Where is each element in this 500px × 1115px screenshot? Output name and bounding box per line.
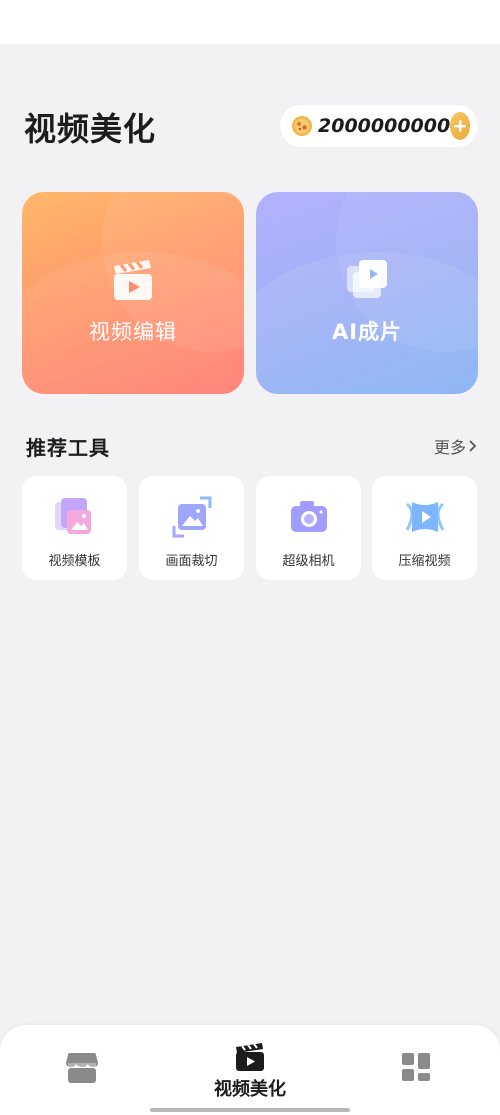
header: 视频美化 2000000000	[24, 100, 478, 152]
tool-crop[interactable]: 画面裁切	[139, 476, 244, 580]
clapperboard-icon	[236, 1043, 264, 1071]
more-link[interactable]: 更多	[434, 434, 478, 458]
recommended-tools-header: 推荐工具 更多	[26, 430, 478, 460]
apps-grid-icon	[402, 1053, 430, 1081]
bottom-nav: 视频美化	[0, 1025, 500, 1115]
tool-super-camera[interactable]: 超级相机	[256, 476, 361, 580]
compress-video-icon	[403, 496, 447, 538]
ai-video-label: AI成片	[331, 320, 403, 344]
store-icon	[66, 1053, 98, 1083]
tool-label: 画面裁切	[165, 554, 218, 569]
tool-video-template[interactable]: 视频模板	[22, 476, 127, 580]
tool-label: 压缩视频	[398, 554, 451, 569]
video-edit-label: 视频编辑	[89, 320, 177, 344]
coin-count: 2000000000	[318, 115, 451, 137]
nav-store[interactable]	[64, 1051, 100, 1085]
tool-compress-video[interactable]: 压缩视频	[372, 476, 477, 580]
status-bar	[0, 0, 500, 44]
home-indicator	[150, 1108, 350, 1112]
coin-icon	[290, 114, 314, 138]
crop-icon	[170, 496, 214, 538]
plus-icon	[454, 120, 467, 132]
ai-video-card[interactable]: AI成片	[256, 192, 478, 394]
add-coins-button[interactable]	[450, 112, 470, 140]
more-label: 更多	[433, 438, 466, 457]
video-edit-card[interactable]: 视频编辑	[22, 192, 244, 394]
section-title: 推荐工具	[26, 436, 110, 460]
tool-label: 视频模板	[48, 554, 101, 569]
tool-label: 超级相机	[282, 554, 335, 569]
chevron-right-icon	[469, 440, 477, 452]
template-icon	[53, 496, 97, 538]
page-title: 视频美化	[24, 110, 157, 148]
nav-video-beautify[interactable]: 视频美化	[200, 1041, 300, 1101]
stacked-video-icon	[343, 256, 391, 304]
coin-balance[interactable]: 2000000000	[280, 105, 478, 147]
clapperboard-icon	[109, 256, 157, 304]
nav-label: 视频美化	[214, 1079, 286, 1100]
camera-icon	[287, 496, 331, 538]
nav-apps[interactable]	[400, 1051, 432, 1083]
